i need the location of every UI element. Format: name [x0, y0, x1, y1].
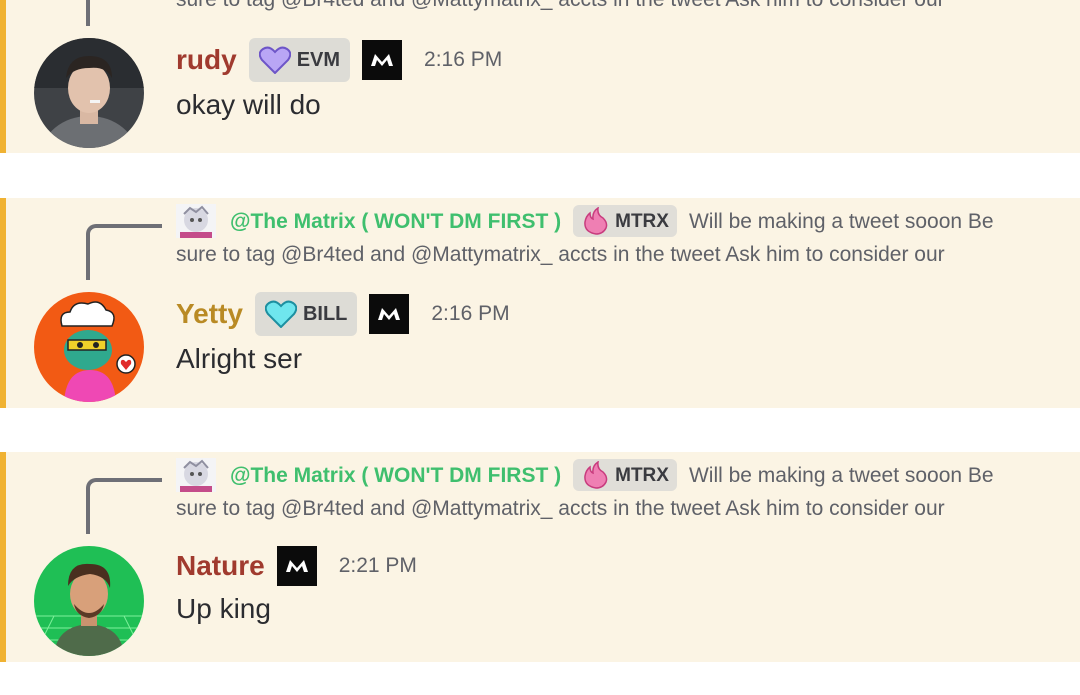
reply-avatar-icon — [176, 204, 216, 238]
avatar[interactable] — [34, 546, 144, 656]
reply-role-tag: MTRX — [573, 205, 677, 237]
m-logo-icon[interactable] — [276, 546, 317, 586]
message-header: rudy EVM 2:16 PM — [176, 38, 502, 82]
timestamp[interactable]: 2:21 PM — [339, 554, 417, 578]
role-tag[interactable]: BILL — [254, 292, 358, 336]
message-text: okay will do — [176, 89, 321, 120]
reply-preview[interactable]: @The Matrix ( WON'T DM FIRST ) MTRX Will… — [176, 204, 1046, 271]
username[interactable]: Nature — [176, 550, 265, 582]
reply-connector — [86, 0, 90, 26]
m-logo-icon[interactable] — [369, 294, 410, 334]
message-text: Alright ser — [176, 343, 303, 374]
role-label: EVM — [296, 48, 341, 71]
message-rudy: sure to tag @Br4ted and @Mattymatrix_ ac… — [0, 0, 1080, 153]
message-nature: @The Matrix ( WON'T DM FIRST ) MTRX Will… — [0, 452, 1080, 662]
reply-username[interactable]: @The Matrix ( WON'T DM FIRST ) — [230, 459, 561, 492]
reply-preview[interactable]: @The Matrix ( WON'T DM FIRST ) MTRX Will… — [176, 458, 1046, 525]
purple-heart-icon — [258, 46, 291, 74]
role-tag[interactable]: EVM — [248, 38, 351, 82]
reply-text: Will be making a tweet sooon Be — [688, 209, 994, 233]
reply-text-continued: sure to tag @Br4ted and @Mattymatrix_ ac… — [176, 243, 945, 266]
reply-text-continued: sure to tag @Br4ted and @Mattymatrix_ ac… — [176, 497, 945, 520]
message-text: Up king — [176, 593, 271, 624]
avatar[interactable] — [34, 292, 144, 402]
message-header: Nature 2:21 PM — [176, 546, 417, 586]
reply-role-label: MTRX — [615, 210, 669, 232]
username[interactable]: rudy — [176, 44, 237, 76]
reply-connector — [86, 224, 162, 280]
username[interactable]: Yetty — [176, 298, 243, 330]
reply-role-tag: MTRX — [573, 459, 677, 491]
timestamp[interactable]: 2:16 PM — [431, 302, 509, 326]
m-logo-icon[interactable] — [362, 40, 403, 80]
pink-flame-icon — [584, 461, 608, 489]
message-yetty: @The Matrix ( WON'T DM FIRST ) MTRX Will… — [0, 198, 1080, 408]
timestamp[interactable]: 2:16 PM — [424, 48, 502, 72]
reply-role-label: MTRX — [615, 464, 669, 486]
pink-flame-icon — [584, 207, 608, 235]
reply-text: sure to tag @Br4ted and @Mattymatrix_ ac… — [176, 0, 1046, 16]
role-label: BILL — [302, 302, 348, 325]
reply-avatar-icon — [176, 458, 216, 492]
reply-username[interactable]: @The Matrix ( WON'T DM FIRST ) — [230, 205, 561, 238]
reply-preview[interactable]: sure to tag @Br4ted and @Mattymatrix_ ac… — [176, 0, 1046, 16]
reply-connector — [86, 478, 162, 534]
avatar[interactable] — [34, 38, 144, 148]
cyan-heart-icon — [264, 300, 297, 328]
reply-text: Will be making a tweet sooon Be — [688, 463, 994, 487]
message-header: Yetty BILL 2:16 PM — [176, 292, 510, 336]
